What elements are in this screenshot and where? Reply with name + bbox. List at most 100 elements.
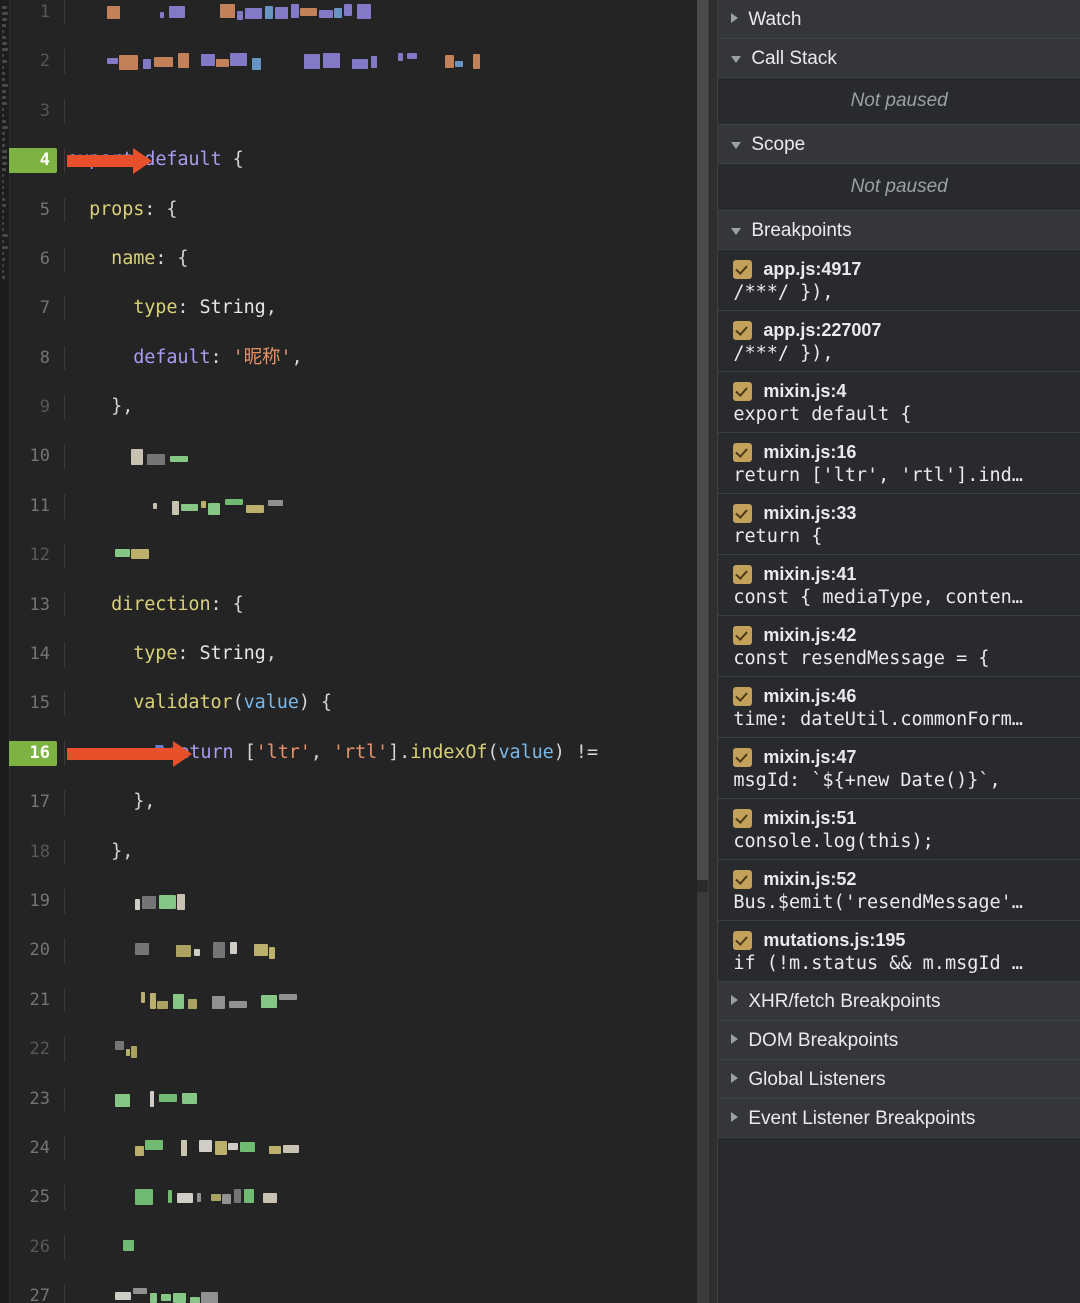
line-number[interactable]: 24 [9,1136,57,1161]
breakpoint-location[interactable]: mixin.js:41 [763,564,856,585]
breakpoint-location[interactable]: mixin.js:46 [763,686,856,707]
code-line[interactable]: 22 [9,1037,717,1062]
sidebar-section-dom-breakpoints[interactable]: DOM Breakpoints [718,1021,1080,1060]
breakpoint-location[interactable]: mixin.js:33 [763,503,856,524]
breakpoint-location[interactable]: mixin.js:47 [763,747,856,768]
panel-splitter[interactable] [708,0,718,1303]
line-number[interactable]: 27 [9,1284,57,1303]
code-line[interactable]: 25 [9,1185,717,1210]
line-number[interactable]: 14 [9,642,57,667]
sidebar-section-xhr-fetch-breakpoints[interactable]: XHR/fetch Breakpoints [718,982,1080,1021]
breakpoint-item[interactable]: mutations.js:195 if (!m.status && m.msgId… [718,921,1080,982]
breakpoint-checkbox[interactable] [733,869,753,889]
breakpoint-checkbox[interactable] [733,930,753,950]
line-number[interactable]: 4 [9,148,57,173]
breakpoint-checkbox[interactable] [733,503,753,523]
code-line[interactable]: 1 [9,0,717,25]
code-line[interactable]: 12 [9,543,717,568]
breakpoint-item[interactable]: app.js:4917/***/ }), [718,250,1080,311]
line-number[interactable]: 11 [9,494,57,519]
breakpoint-location[interactable]: mutations.js:195 [763,930,905,951]
line-number[interactable]: 12 [9,543,57,568]
code-line-list[interactable]: 1234export default {5 props: {6 name: {7… [9,0,717,1303]
code-line[interactable]: 3 [9,98,717,124]
line-number[interactable]: 26 [9,1235,57,1260]
breakpoint-checkbox[interactable] [733,747,753,767]
sidebar-section-watch[interactable]: Watch [718,0,1080,39]
breakpoint-checkbox[interactable] [733,686,753,706]
line-number[interactable]: 19 [9,889,57,914]
line-number[interactable]: 25 [9,1185,57,1210]
line-number[interactable]: 7 [9,296,57,321]
line-number[interactable]: 8 [9,346,57,371]
breakpoint-checkbox[interactable] [733,564,753,584]
sidebar-section-scope[interactable]: Scope [718,125,1080,164]
code-line[interactable]: 9 }, [9,395,717,420]
line-number[interactable]: 23 [9,1087,57,1112]
breakpoint-item[interactable]: mixin.js:47 msgId: `${+new Date()}`, [718,738,1080,799]
code-line[interactable]: 16 return ['ltr', 'rtl'].indexOf(value) … [9,740,717,767]
breakpoint-checkbox[interactable] [733,381,753,401]
breakpoint-checkbox[interactable] [733,625,753,645]
code-line[interactable]: 13 direction: { [9,592,717,618]
breakpoint-checkbox[interactable] [733,442,753,462]
code-line[interactable]: 6 name: { [9,246,717,272]
breakpoint-item[interactable]: mixin.js:33 return { [718,494,1080,555]
breakpoint-location[interactable]: mixin.js:16 [763,442,856,463]
breakpoint-item[interactable]: mixin.js:16 return ['ltr', 'rtl'].ind… [718,433,1080,494]
code-line[interactable]: 21 [9,987,717,1013]
line-number[interactable]: 10 [9,444,57,469]
breakpoint-item[interactable]: mixin.js:41 const { mediaType, conten… [718,555,1080,616]
breakpoint-location[interactable]: app.js:227007 [763,320,881,341]
code-line[interactable]: 8 default: '昵称', [9,345,717,371]
line-number[interactable]: 5 [9,198,57,223]
breakpoint-checkbox[interactable] [733,808,753,828]
code-line[interactable]: 19 [9,888,717,914]
code-line[interactable]: 4export default { [9,148,717,175]
breakpoint-location[interactable]: mixin.js:52 [763,869,856,890]
line-number[interactable]: 9 [9,395,57,420]
sidebar-section-global-listeners[interactable]: Global Listeners [718,1060,1080,1099]
code-line[interactable]: 20 [9,938,717,964]
code-line[interactable]: 7 type: String, [9,296,717,321]
breakpoint-location[interactable]: mixin.js:51 [763,808,856,829]
line-number[interactable]: 1 [9,0,57,25]
breakpoint-item[interactable]: app.js:227007/***/ }), [718,311,1080,372]
code-line[interactable]: 14 type: String, [9,642,717,667]
line-number[interactable]: 17 [9,790,57,815]
line-number[interactable]: 3 [9,99,57,124]
code-line[interactable]: 24 [9,1135,717,1161]
breakpoint-item[interactable]: mixin.js:46 time: dateUtil.commonForm… [718,677,1080,738]
code-line[interactable]: 5 props: { [9,197,717,223]
line-number[interactable]: 18 [9,840,57,865]
line-number[interactable]: 6 [9,247,57,272]
code-line[interactable]: 11 [9,493,717,519]
line-number[interactable]: 2 [9,49,57,74]
line-number[interactable]: 22 [9,1037,57,1062]
sidebar-section-call-stack[interactable]: Call Stack [718,39,1080,78]
breakpoint-location[interactable]: mixin.js:4 [763,381,846,402]
breakpoint-checkbox[interactable] [733,320,753,340]
line-number[interactable]: 20 [9,938,57,963]
breakpoint-item[interactable]: mixin.js:4 export default { [718,372,1080,433]
sidebar-section-event-listener-breakpoints[interactable]: Event Listener Breakpoints [718,1099,1080,1138]
code-line[interactable]: 17 }, [9,790,717,815]
breakpoint-checkbox[interactable] [733,259,753,279]
code-line[interactable]: 10 [9,444,717,470]
line-number[interactable]: 15 [9,691,57,716]
breakpoint-item[interactable]: mixin.js:52 Bus.$emit('resendMessage'… [718,860,1080,921]
code-line[interactable]: 2 [9,49,717,75]
breakpoint-item[interactable]: mixin.js:42 const resendMessage = { [718,616,1080,677]
sidebar-section-breakpoints[interactable]: Breakpoints [718,211,1080,250]
line-number[interactable]: 13 [9,593,57,618]
code-line[interactable]: 27 [9,1284,717,1303]
code-line[interactable]: 26 [9,1234,717,1260]
code-line[interactable]: 15 validator(value) { [9,691,717,717]
breakpoint-location[interactable]: mixin.js:42 [763,625,856,646]
line-number[interactable]: 16 [9,740,57,766]
code-line[interactable]: 23 [9,1086,717,1112]
code-line[interactable]: 18 }, [9,839,717,865]
breakpoint-item[interactable]: mixin.js:51 console.log(this); [718,799,1080,860]
line-number[interactable]: 21 [9,988,57,1013]
breakpoint-location[interactable]: app.js:4917 [763,259,861,280]
